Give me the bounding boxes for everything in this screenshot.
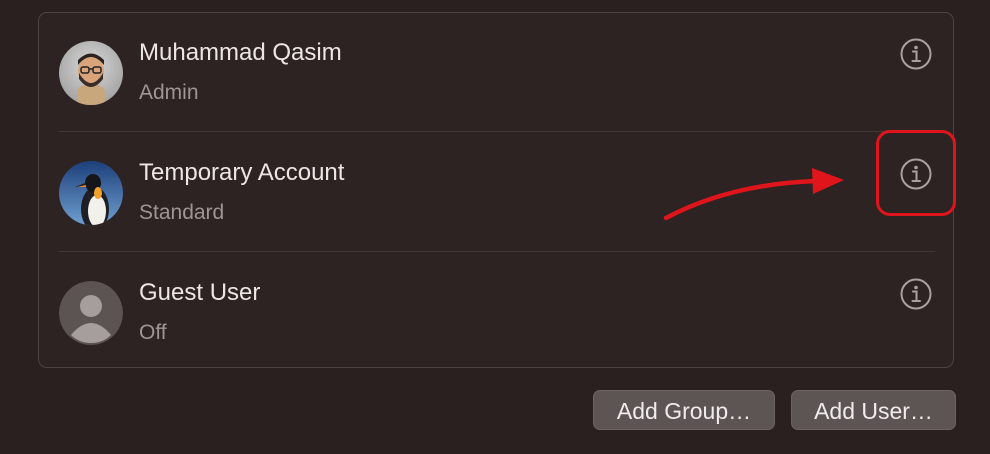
user-role: Standard: [139, 201, 225, 224]
user-name: Muhammad Qasim: [139, 39, 342, 66]
annotation-arrow-icon: [663, 168, 844, 221]
penguin-avatar-icon: [59, 161, 123, 225]
user-row-muhammad-qasim[interactable]: Muhammad Qasim Admin: [39, 13, 953, 133]
row-divider: [59, 251, 935, 252]
info-circle-icon[interactable]: [900, 38, 932, 70]
user-name: Guest User: [139, 279, 261, 306]
user-role: Admin: [139, 81, 199, 104]
annotation-highlight-box: [876, 130, 956, 216]
generic-person-avatar-icon: [59, 281, 123, 345]
user-role: Off: [139, 321, 167, 344]
add-group-button[interactable]: Add Group…: [593, 390, 775, 430]
memoji-avatar-icon: [59, 41, 123, 105]
row-divider: [59, 131, 935, 132]
info-circle-icon[interactable]: [900, 278, 932, 310]
user-row-guest-user[interactable]: Guest User Off: [39, 253, 953, 373]
add-user-button[interactable]: Add User…: [791, 390, 956, 430]
user-name: Temporary Account: [139, 159, 345, 186]
